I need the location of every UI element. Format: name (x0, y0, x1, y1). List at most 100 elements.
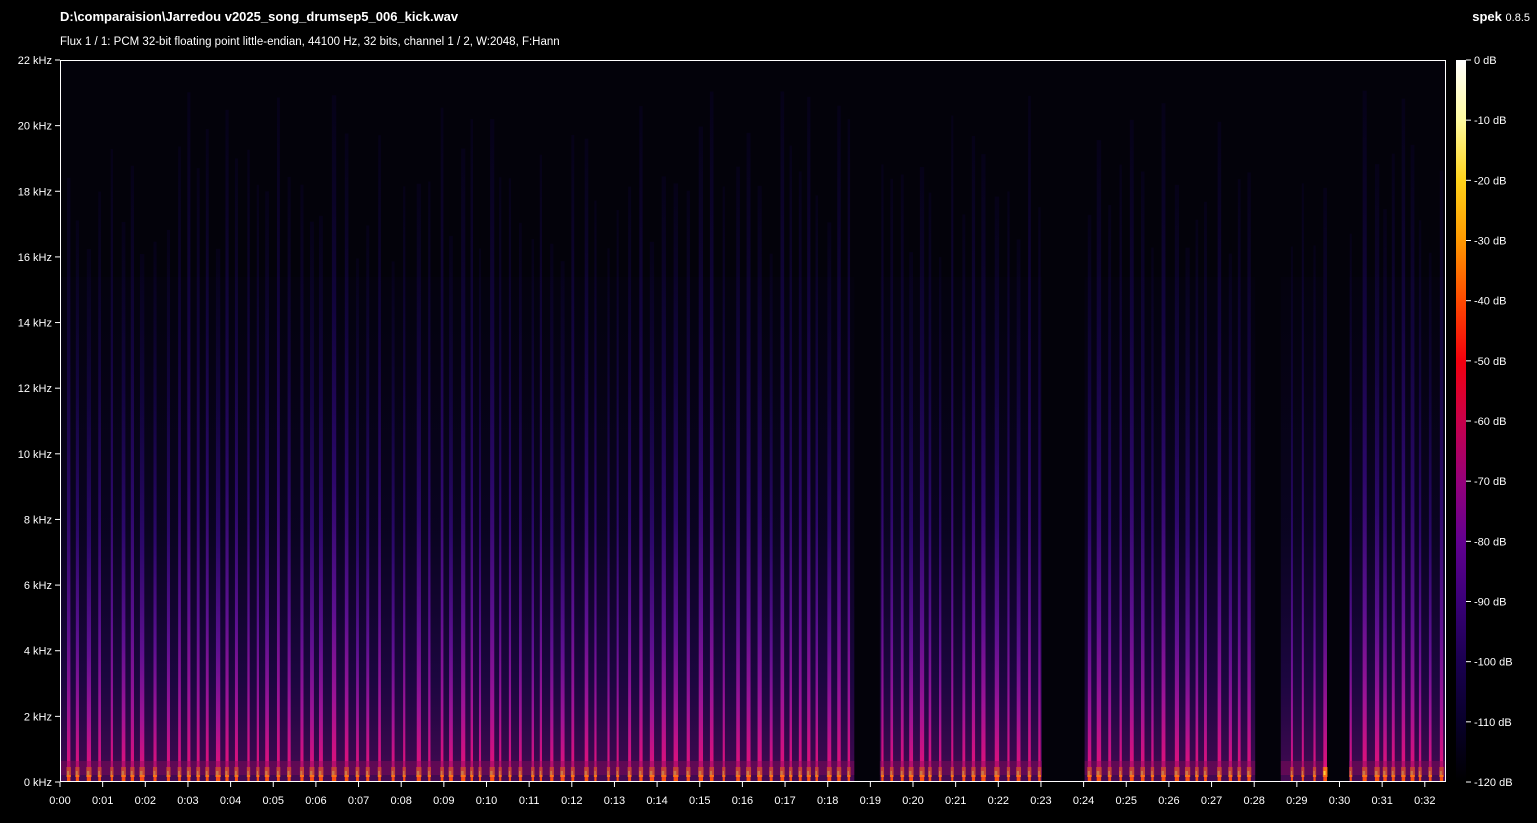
transient-stripe (909, 252, 914, 781)
time-tick-label: 0:17 (774, 795, 795, 807)
transient-stripe (356, 258, 359, 781)
transient-stripe (1247, 172, 1251, 781)
freq-tick-label: 0 kHz (24, 777, 52, 789)
time-tick-label: 0:30 (1329, 795, 1350, 807)
transient-stripe (746, 132, 751, 781)
transient-stripe (110, 148, 113, 781)
transient-stripe (166, 229, 170, 781)
time-tick-label: 0:14 (646, 795, 667, 807)
transient-stripe (1323, 187, 1327, 781)
transient-stripe (827, 222, 832, 781)
app-version: 0.8.5 (1505, 12, 1530, 24)
transient-stripe (256, 184, 259, 781)
transient-stripe (331, 95, 337, 781)
kick-peak (1323, 771, 1326, 775)
transient-stripe (951, 115, 954, 781)
transient-stripe (709, 91, 714, 781)
transient-stripe (1129, 119, 1134, 781)
transient-stripe (287, 176, 291, 781)
transient-stripe (121, 221, 126, 781)
transient-stripe (1228, 253, 1232, 781)
transient-stripe (594, 200, 597, 781)
transient-stripe (639, 106, 643, 781)
transient-stripe (1439, 170, 1444, 781)
transient-stripe (584, 138, 589, 781)
transient-stripe (215, 248, 221, 781)
transient-stripe (247, 149, 250, 781)
transient-stripe (789, 145, 792, 781)
freq-tick-label: 22 kHz (18, 55, 52, 67)
transient-stripe (153, 241, 157, 781)
transient-stripe (416, 183, 421, 781)
transient-stripe (519, 222, 522, 781)
transient-stripe (1174, 184, 1180, 781)
transient-stripe (461, 148, 466, 781)
transient-stripe (881, 164, 884, 781)
transient-stripe (1383, 209, 1387, 781)
transient-stripe (1217, 121, 1222, 781)
transient-stripe (196, 168, 200, 781)
transient-stripe (449, 235, 453, 781)
transient-stripe (1096, 140, 1102, 781)
time-tick-label: 0:13 (604, 795, 625, 807)
time-tick-label: 0:19 (860, 795, 881, 807)
transient-stripe (508, 178, 512, 781)
transient-stripe (757, 185, 762, 781)
db-tick-label: -60 dB (1474, 416, 1506, 428)
time-tick-label: 0:21 (945, 795, 966, 807)
transient-stripe (1410, 144, 1415, 781)
transient-stripe (234, 158, 238, 781)
transient-stripe (1151, 247, 1154, 781)
db-color-bar (1456, 60, 1466, 782)
transient-stripe (378, 135, 381, 781)
stream-info: Flux 1 / 1: PCM 32-bit floating point li… (60, 36, 560, 48)
time-tick-label: 0:32 (1414, 795, 1435, 807)
db-tick-label: -100 dB (1474, 657, 1513, 669)
db-tick-label: 0 dB (1474, 55, 1497, 67)
time-tick-label: 0:27 (1201, 795, 1222, 807)
freq-tick-label: 8 kHz (24, 514, 52, 526)
transient-stripe (310, 221, 314, 781)
transient-stripe (928, 192, 932, 781)
time-tick-label: 0:25 (1116, 795, 1137, 807)
freq-tick-label: 18 kHz (18, 186, 52, 198)
transient-stripe (900, 174, 904, 781)
time-tick-label: 0:29 (1286, 795, 1307, 807)
transient-stripe (1140, 171, 1145, 781)
db-tick-label: -20 dB (1474, 175, 1506, 187)
transient-stripe (75, 220, 79, 781)
freq-tick-label: 2 kHz (24, 711, 52, 723)
time-tick-label: 0:02 (135, 795, 156, 807)
transient-stripe (539, 154, 543, 781)
transient-stripe (981, 154, 986, 781)
db-tick-label: -10 dB (1474, 115, 1506, 127)
transient-stripe (1038, 207, 1041, 781)
transient-stripe (550, 243, 554, 781)
time-tick-label: 0:07 (348, 795, 369, 807)
transient-stripe (994, 196, 1000, 781)
transient-stripe (1418, 220, 1422, 781)
transient-stripe (1374, 164, 1380, 781)
time-tick-label: 0:00 (49, 795, 70, 807)
transient-stripe (428, 181, 431, 781)
db-tick-label: -120 dB (1474, 777, 1513, 789)
spectrogram-plot[interactable] (60, 60, 1446, 782)
transient-stripe (1185, 247, 1190, 781)
time-tick-label: 0:24 (1073, 795, 1094, 807)
transient-stripe (1290, 246, 1293, 781)
transient-stripe (1313, 245, 1316, 781)
transient-stripe (470, 119, 474, 781)
transient-stripe (736, 166, 740, 781)
time-tick-label: 0:23 (1030, 795, 1051, 807)
transient-stripe (815, 195, 819, 781)
transient-stripe (1087, 214, 1092, 781)
time-tick-label: 0:04 (220, 795, 241, 807)
time-tick-label: 0:10 (476, 795, 497, 807)
transient-stripe (807, 96, 811, 781)
transient-stripe (780, 91, 785, 781)
freq-tick-label: 14 kHz (18, 318, 52, 330)
time-tick-label: 0:16 (732, 795, 753, 807)
time-tick-label: 0:03 (177, 795, 198, 807)
transient-stripe (1301, 183, 1304, 781)
transient-stripe (698, 126, 704, 781)
